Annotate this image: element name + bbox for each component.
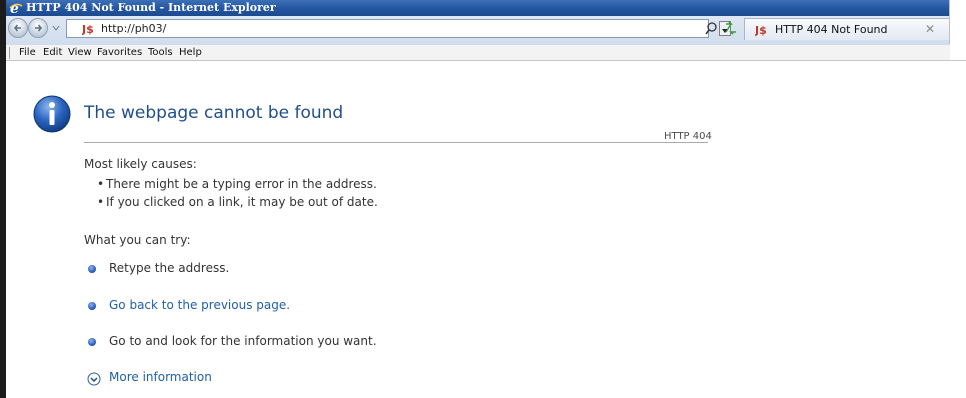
menu-bar: File Edit View Favorites Tools Help [6,44,950,61]
try-heading: What you can try: [84,233,191,247]
title-divider [84,142,708,143]
window-title: HTTP 404 Not Found - Internet Explorer [26,1,276,14]
bullet-dot: • [97,177,105,191]
bullet-dot: • [97,195,105,209]
try-text: Retype the address. [109,261,230,275]
tab-label: HTTP 404 Not Found [775,23,888,36]
try-text: Go to and look for the information you w… [109,334,377,348]
ie-logo-icon: e [9,1,23,15]
site-favicon-icon: J$ [755,24,767,36]
window-edge-right [949,0,966,60]
title-bar: e HTTP 404 Not Found - Internet Explorer [6,0,950,16]
page-title: The webpage cannot be found [84,103,344,123]
menu-tools[interactable]: Tools [147,45,174,61]
more-information-link[interactable]: More information [109,370,212,384]
address-url[interactable]: http://ph03/ [101,20,166,37]
forward-arrow-icon [35,24,43,32]
svg-text:J$: J$ [82,23,94,35]
compatibility-view-icon[interactable] [722,19,740,37]
cause-item: • There might be a typing error in the a… [97,177,377,191]
close-icon[interactable]: ✕ [925,19,935,40]
back-button[interactable] [8,18,28,38]
content-divider [6,60,966,61]
cause-text: There might be a typing error in the add… [106,177,377,191]
menu-edit[interactable]: Edit [42,45,63,61]
causes-heading: Most likely causes: [84,157,197,171]
bullet-icon [88,302,96,310]
address-bar[interactable]: J$ http://ph03/ [66,19,731,38]
forward-button[interactable] [28,18,48,38]
bullet-icon [88,338,96,346]
back-arrow-icon [13,24,21,32]
menu-file[interactable]: File [18,45,37,61]
tab-http-404[interactable]: J$ HTTP 404 Not Found ✕ [744,18,950,40]
chevron-down-icon [87,372,101,386]
menu-view[interactable]: View [67,45,93,61]
site-favicon-icon: J$ [82,23,94,35]
menu-favorites[interactable]: Favorites [96,45,143,61]
go-back-link[interactable]: Go back to the previous page. [109,298,290,312]
toolbar-grip [9,47,10,59]
http-status-code: HTTP 404 [664,131,712,142]
cause-text: If you clicked on a link, it may be out … [106,195,378,209]
svg-text:J$: J$ [755,24,767,36]
info-icon [33,95,71,133]
menu-help[interactable]: Help [178,45,203,61]
cause-item: • If you clicked on a link, it may be ou… [97,195,378,209]
svg-text:e: e [10,1,19,15]
search-icon[interactable] [704,21,718,36]
recent-pages-dropdown-icon[interactable] [52,24,60,32]
bullet-icon [88,265,96,273]
